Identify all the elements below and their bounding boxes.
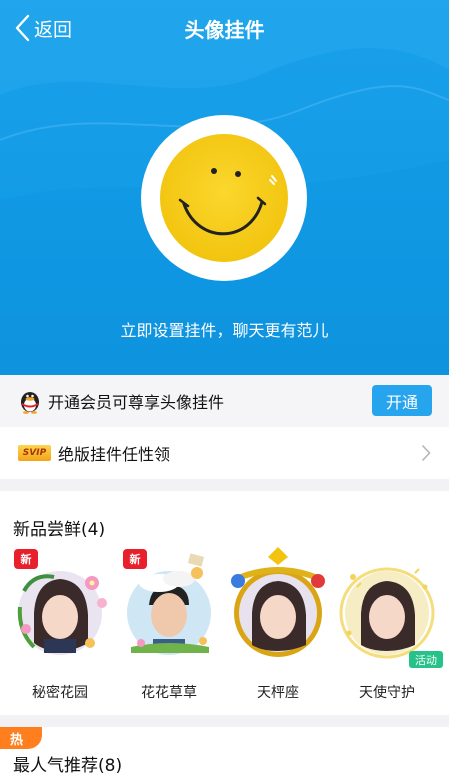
avatar-preview[interactable] <box>141 115 307 281</box>
pendant-item-flowers-grass[interactable]: 新 花花草草 <box>113 543 225 713</box>
libra-pendant-icon <box>231 547 325 657</box>
pendant-label: 花花草草 <box>141 685 197 701</box>
hero-caption: 立即设置挂件，聊天更有范儿 <box>120 321 329 340</box>
open-vip-button[interactable]: 开通 <box>372 385 432 416</box>
pendant-item-angel-guard[interactable]: 活动 天使守护 <box>331 543 443 713</box>
new-badge: 新 <box>123 549 147 569</box>
pendant-item-secret-garden[interactable]: 新 秘密花园 <box>4 543 116 713</box>
pendant-item-libra[interactable]: 天枰座 <box>222 543 334 713</box>
svip-badge: SVIP <box>18 445 51 461</box>
svip-row[interactable]: SVIP 绝版挂件任性领 <box>0 427 449 479</box>
svip-row-text: 绝版挂件任性领 <box>58 445 171 464</box>
pendant-label: 秘密花园 <box>32 685 88 701</box>
section-title: 新品尝鲜(4) <box>13 520 106 540</box>
chevron-right-icon <box>421 444 431 462</box>
new-pendants-section: 新品尝鲜(4) 新 秘密花园 新 花花草草 天枰座 活动 天使守护 <box>0 491 449 715</box>
pendant-label: 天使守护 <box>359 685 415 701</box>
activity-badge: 活动 <box>409 651 443 668</box>
pendant-label: 天枰座 <box>257 685 299 701</box>
popular-section: 热 最人气推荐(8) <box>0 727 449 777</box>
smiley-avatar-icon <box>160 134 288 262</box>
hot-tag: 热 <box>0 727 42 749</box>
hero-banner: 返回 头像挂件 立即设置挂件，聊天更有范儿 <box>0 0 449 375</box>
qq-penguin-icon <box>21 392 39 414</box>
vip-promo-row: 开通会员可尊享头像挂件 开通 <box>0 375 449 427</box>
vip-promo-text: 开通会员可尊享头像挂件 <box>48 393 225 412</box>
page-title: 头像挂件 <box>184 18 265 42</box>
new-badge: 新 <box>14 549 38 569</box>
section-title: 最人气推荐(8) <box>13 756 123 776</box>
